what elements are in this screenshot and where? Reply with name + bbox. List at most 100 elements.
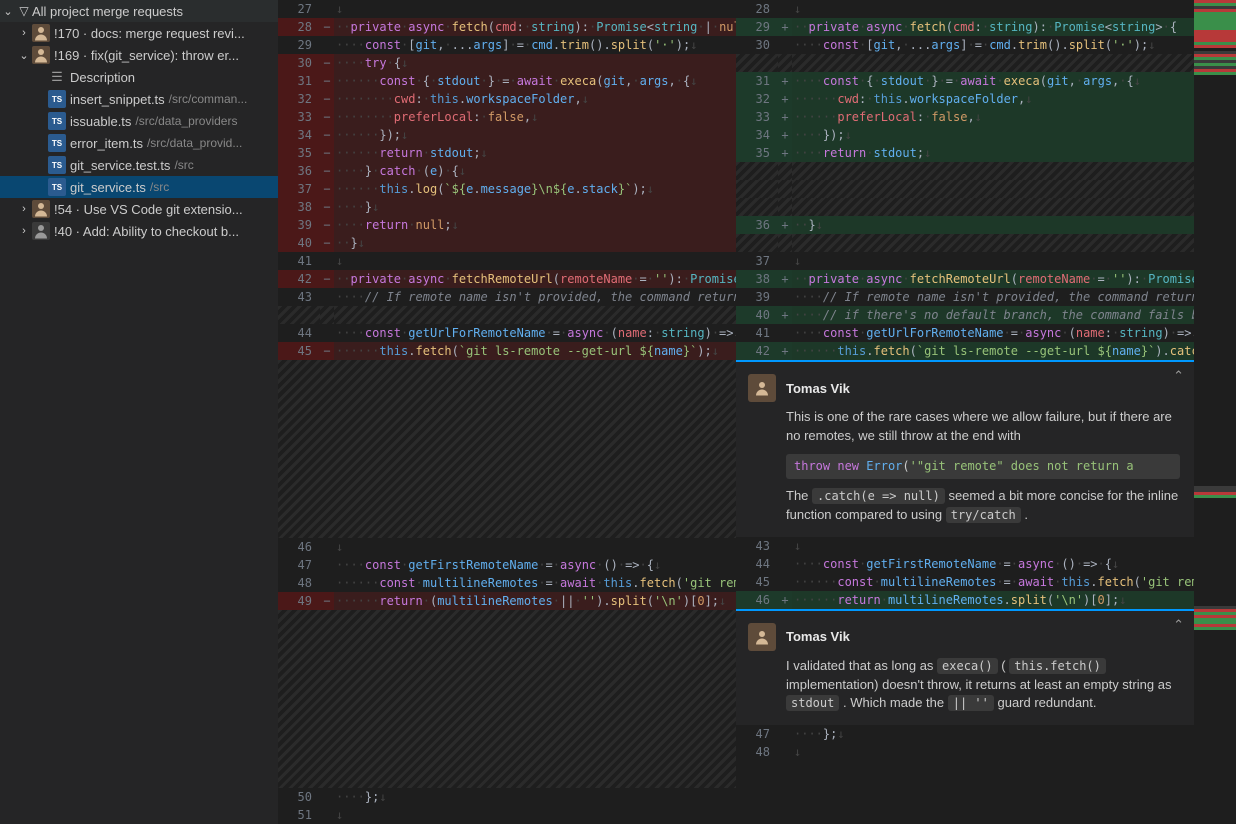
code-line[interactable]: 32 + ······cwd:·this.workspaceFolder,↓ bbox=[736, 90, 1194, 108]
diff-sign: − bbox=[320, 180, 334, 198]
code-content: ······this.fetch(`git ls-remote --get-ur… bbox=[334, 342, 736, 360]
code-line[interactable]: 32 − ········cwd:·this.workspaceFolder,↓ bbox=[278, 90, 736, 108]
diff-pane-original[interactable]: 27 ↓ 28 − ··private·async·fetch(cmd:·str… bbox=[278, 0, 736, 824]
comment-author: Tomas Vik bbox=[786, 629, 850, 644]
line-number: 27 bbox=[278, 0, 320, 18]
code-line[interactable]: 51 ↓ bbox=[278, 806, 736, 824]
code-line[interactable]: 36 − ····}·catch·(e)·{↓ bbox=[278, 162, 736, 180]
code-line[interactable]: 42 + ······this.fetch(`git ls-remote --g… bbox=[736, 342, 1194, 360]
avatar-icon bbox=[32, 222, 50, 240]
tree-header[interactable]: ⌄ ▽ All project merge requests bbox=[0, 0, 278, 22]
code-line[interactable]: 37 ↓ bbox=[736, 252, 1194, 270]
code-line[interactable]: 33 − ········preferLocal:·false,↓ bbox=[278, 108, 736, 126]
mr-item-54[interactable]: › !54 · Use VS Code git extensio... bbox=[0, 198, 278, 220]
comment-body: This is one of the rare cases where we a… bbox=[786, 408, 1180, 525]
file-item[interactable]: TS issuable.ts /src/data_providers bbox=[0, 110, 278, 132]
code-line[interactable]: 40 − ··}↓ bbox=[278, 234, 736, 252]
code-line[interactable]: 37 − ······this.log(`${e.message}\n${e.s… bbox=[278, 180, 736, 198]
code-line[interactable]: 31 − ······const·{·stdout·}·=·await·exec… bbox=[278, 72, 736, 90]
code-content: ····// if there's no default branch, the… bbox=[792, 306, 1194, 324]
diff-sign bbox=[320, 324, 334, 342]
description-item[interactable]: ☰ Description bbox=[0, 66, 278, 88]
code-content: ··private·async·fetch(cmd:·string):·Prom… bbox=[792, 18, 1194, 36]
code-line[interactable]: 36 + ··}↓ bbox=[736, 216, 1194, 234]
diff-pane-modified[interactable]: 28 ↓ 29 + ··private·async·fetch(cmd:·str… bbox=[736, 0, 1194, 824]
line-number: 50 bbox=[278, 788, 320, 806]
code-line[interactable]: 29 + ··private·async·fetch(cmd:·string):… bbox=[736, 18, 1194, 36]
mr-item-169[interactable]: ⌄ !169 · fix(git_service): throw er... bbox=[0, 44, 278, 66]
diff-sign bbox=[320, 36, 334, 54]
code-line[interactable]: 45 ······const·multilineRemotes·=·await·… bbox=[736, 573, 1194, 591]
file-item[interactable]: TS git_service.test.ts /src bbox=[0, 154, 278, 176]
code-line[interactable]: 30 − ····try·{↓ bbox=[278, 54, 736, 72]
diff-sign bbox=[320, 556, 334, 574]
code-line[interactable]: 41 ↓ bbox=[278, 252, 736, 270]
code-line[interactable]: 44 ····const·getFirstRemoteName·=·async·… bbox=[736, 555, 1194, 573]
code-line[interactable]: 47 ····const·getFirstRemoteName·=·async·… bbox=[278, 556, 736, 574]
code-line[interactable]: 46 + ······return·multilineRemotes.split… bbox=[736, 591, 1194, 609]
code-line[interactable]: 33 + ······preferLocal:·false,↓ bbox=[736, 108, 1194, 126]
code-content: ····try·{↓ bbox=[334, 54, 736, 72]
code-line[interactable]: 38 + ··private·async·fetchRemoteUrl(remo… bbox=[736, 270, 1194, 288]
code-line[interactable]: 43 ····// If remote name isn't provided,… bbox=[278, 288, 736, 306]
code-line[interactable]: 30 ····const·[git,·...args]·=·cmd.trim()… bbox=[736, 36, 1194, 54]
diff-sign bbox=[320, 788, 334, 806]
code-line[interactable]: 48 ······const·multilineRemotes·=·await·… bbox=[278, 574, 736, 592]
mr-item-40[interactable]: › !40 · Add: Ability to checkout b... bbox=[0, 220, 278, 242]
diff-sign bbox=[778, 725, 792, 743]
file-item[interactable]: TS git_service.ts /src bbox=[0, 176, 278, 198]
code-line[interactable]: 28 − ··private·async·fetch(cmd:·string):… bbox=[278, 18, 736, 36]
code-line[interactable]: 40 + ····// if there's no default branch… bbox=[736, 306, 1194, 324]
code-line[interactable]: 35 + ····return·stdout;↓ bbox=[736, 144, 1194, 162]
code-line[interactable]: 43 ↓ bbox=[736, 537, 1194, 555]
code-content: ↓ bbox=[334, 252, 736, 270]
line-number: 32 bbox=[736, 90, 778, 108]
line-number: 41 bbox=[736, 324, 778, 342]
code-line[interactable]: 34 − ······});↓ bbox=[278, 126, 736, 144]
code-line[interactable]: 38 − ····}↓ bbox=[278, 198, 736, 216]
code-line[interactable]: 47 ····};↓ bbox=[736, 725, 1194, 743]
code-content: ····const·{·stdout·}·=·await·execa(git,·… bbox=[792, 72, 1194, 90]
file-item[interactable]: TS error_item.ts /src/data_provid... bbox=[0, 132, 278, 154]
line-number: 43 bbox=[736, 537, 778, 555]
code-line[interactable]: 29 ····const·[git,·...args]·=·cmd.trim()… bbox=[278, 36, 736, 54]
line-number: 40 bbox=[278, 234, 320, 252]
code-content: ↓ bbox=[792, 743, 1194, 761]
code-line[interactable]: 50 ····};↓ bbox=[278, 788, 736, 806]
line-number: 38 bbox=[278, 198, 320, 216]
code-line[interactable]: 27 ↓ bbox=[278, 0, 736, 18]
chevron-right-icon: › bbox=[16, 203, 32, 215]
diff-sign: + bbox=[778, 342, 792, 360]
code-line[interactable]: 35 − ······return·stdout;↓ bbox=[278, 144, 736, 162]
code-line[interactable]: 28 ↓ bbox=[736, 0, 1194, 18]
document-icon: ☰ bbox=[48, 68, 66, 86]
collapse-icon[interactable]: ⌃ bbox=[1173, 617, 1184, 633]
code-content: ······return·multilineRemotes.split('\n'… bbox=[792, 591, 1194, 609]
code-line[interactable]: 45 − ······this.fetch(`git ls-remote --g… bbox=[278, 342, 736, 360]
collapse-icon[interactable]: ⌃ bbox=[1173, 368, 1184, 384]
code-line[interactable]: 41 ····const·getUrlForRemoteName·=·async… bbox=[736, 324, 1194, 342]
code-line[interactable]: 34 + ····});↓ bbox=[736, 126, 1194, 144]
code-content: ········preferLocal:·false,↓ bbox=[334, 108, 736, 126]
code-line[interactable]: 39 ····// If remote name isn't provided,… bbox=[736, 288, 1194, 306]
code-content: ······this.fetch(`git ls-remote --get-ur… bbox=[792, 342, 1194, 360]
mr-item-170[interactable]: › !170 · docs: merge request revi... bbox=[0, 22, 278, 44]
code-line[interactable]: 42 − ··private·async·fetchRemoteUrl(remo… bbox=[278, 270, 736, 288]
code-content: ······cwd:·this.workspaceFolder,↓ bbox=[792, 90, 1194, 108]
code-content: ····};↓ bbox=[334, 788, 736, 806]
code-line[interactable]: 44 ····const·getUrlForRemoteName·=·async… bbox=[278, 324, 736, 342]
file-item[interactable]: TS insert_snippet.ts /src/comman... bbox=[0, 88, 278, 110]
code-content: ······preferLocal:·false,↓ bbox=[792, 108, 1194, 126]
description-label: Description bbox=[70, 70, 135, 85]
code-line[interactable]: 46 ↓ bbox=[278, 538, 736, 556]
code-content: ····});↓ bbox=[792, 126, 1194, 144]
code-line[interactable]: 48 ↓ bbox=[736, 743, 1194, 761]
code-line[interactable]: 31 + ····const·{·stdout·}·=·await·execa(… bbox=[736, 72, 1194, 90]
line-number: 38 bbox=[736, 270, 778, 288]
chevron-right-icon: › bbox=[16, 27, 32, 39]
code-content: ····return·null;↓ bbox=[334, 216, 736, 234]
code-line[interactable]: 49 − ······return·(multilineRemotes·||·'… bbox=[278, 592, 736, 610]
code-line[interactable]: 39 − ····return·null;↓ bbox=[278, 216, 736, 234]
minimap[interactable] bbox=[1194, 0, 1236, 824]
line-number: 31 bbox=[278, 72, 320, 90]
